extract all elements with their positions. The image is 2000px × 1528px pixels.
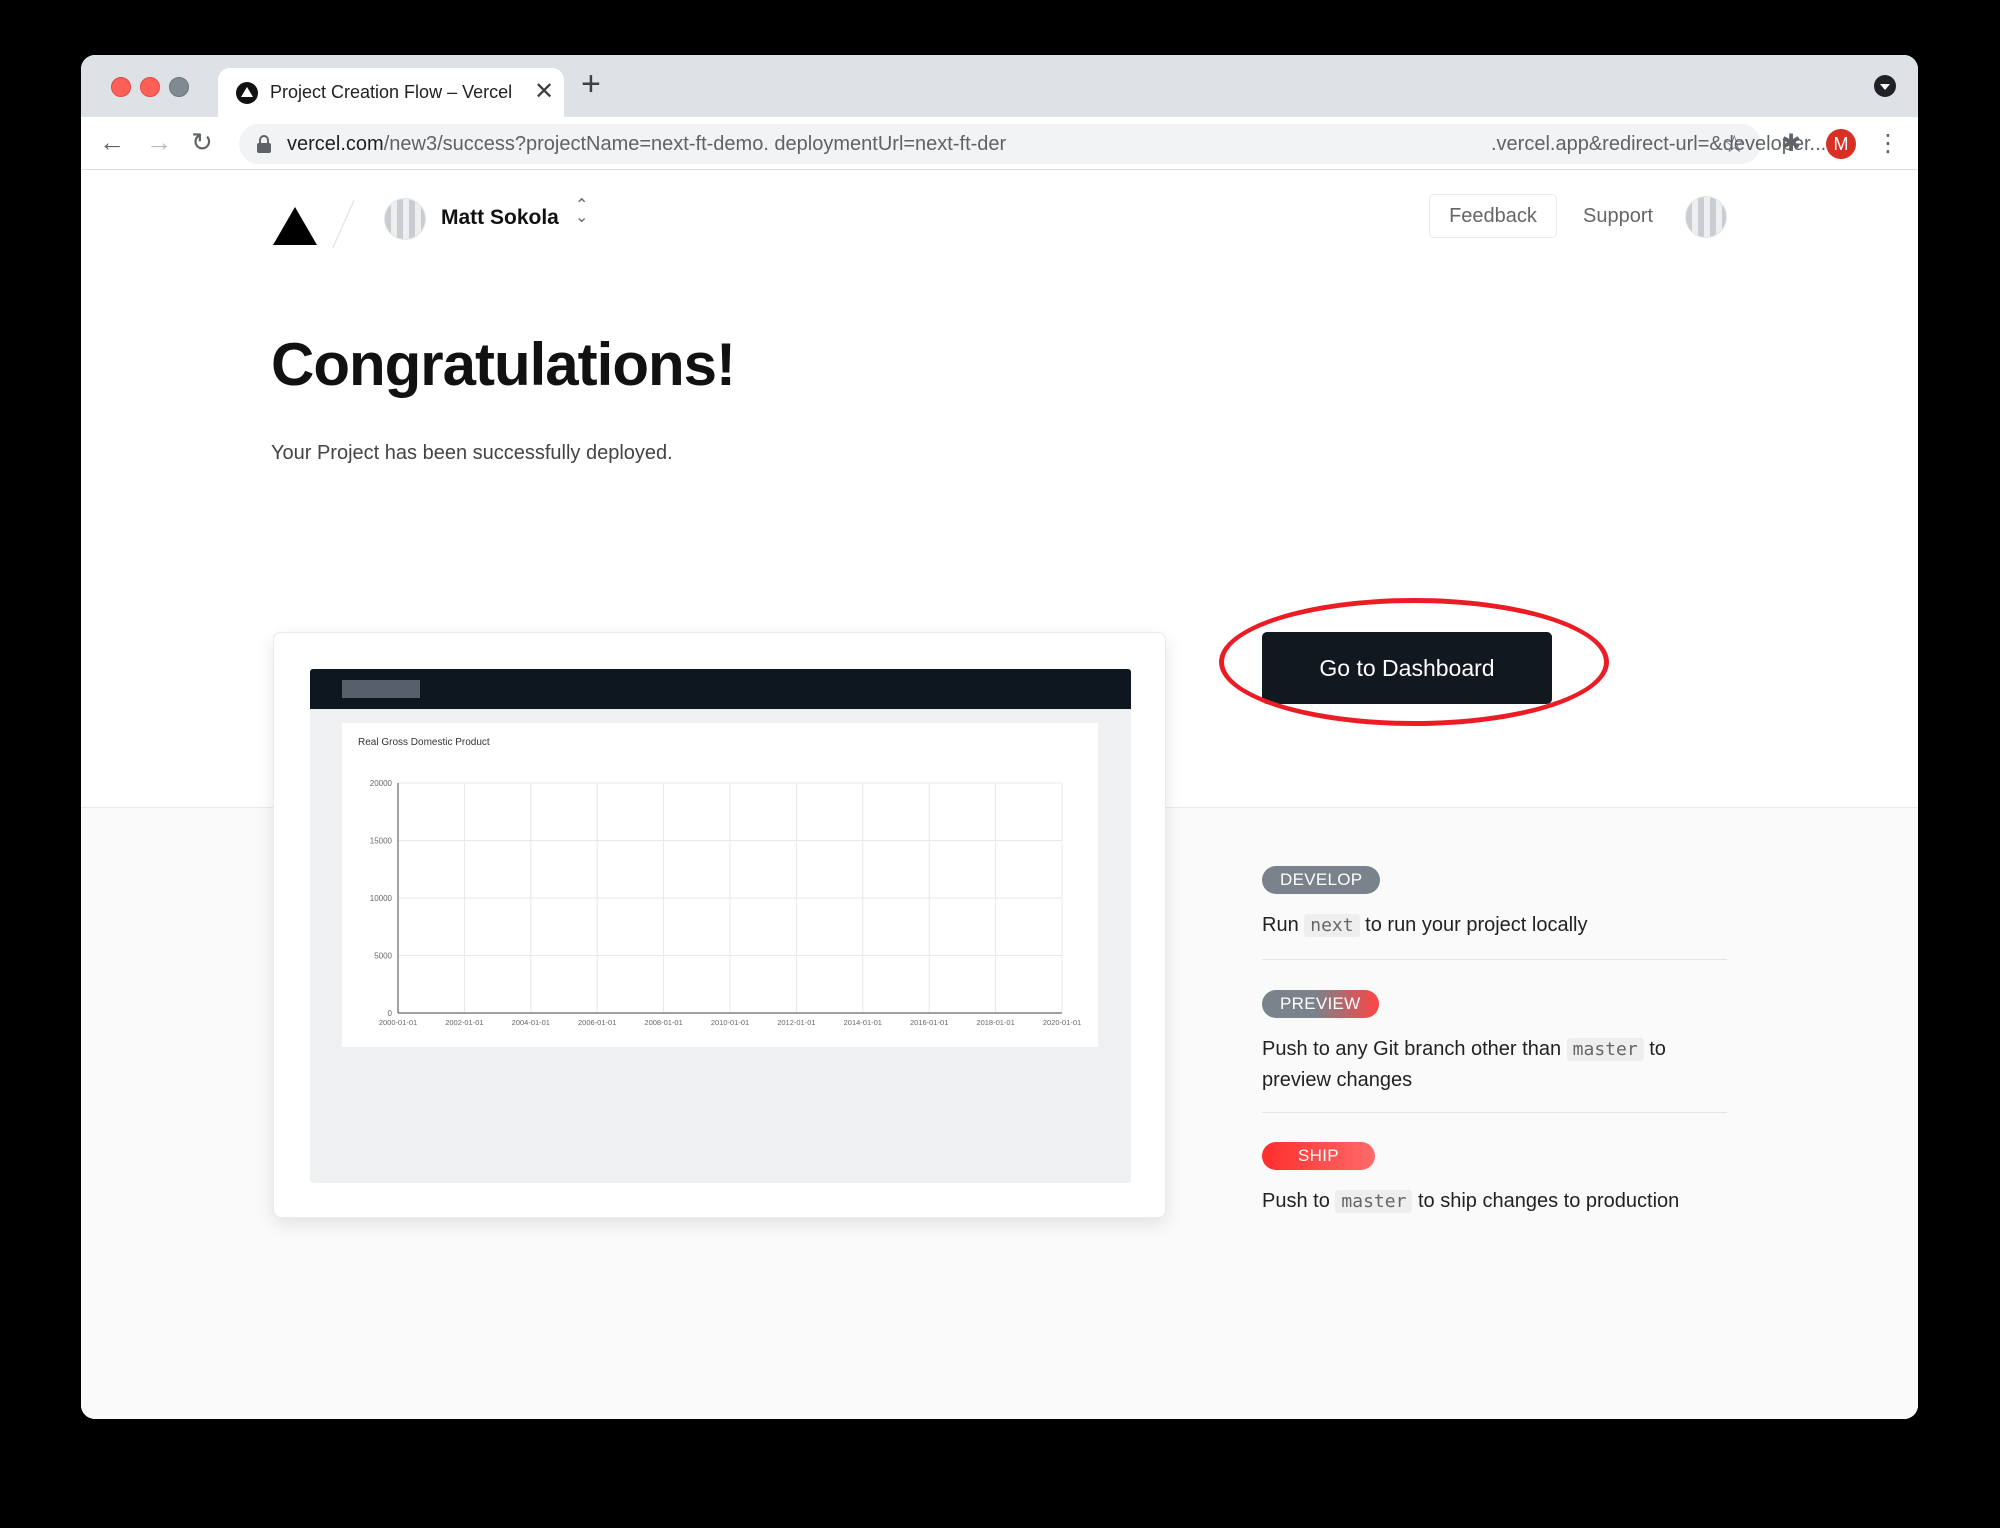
user-avatar[interactable] — [1685, 196, 1727, 238]
preview-app-logo — [342, 680, 420, 698]
breadcrumb-divider — [332, 200, 355, 248]
back-arrow-icon[interactable]: ← — [99, 127, 125, 157]
chart-x-tick-label: 2014-01-01 — [844, 1018, 882, 1027]
preview-text: Push to any Git branch other than master… — [1262, 1038, 1666, 1091]
step-divider — [1262, 959, 1727, 960]
team-name[interactable]: Matt Sokola — [441, 206, 559, 230]
minimize-window-button[interactable] — [140, 77, 160, 97]
page-subtitle: Your Project has been successfully deplo… — [271, 442, 673, 464]
chart-y-tick-label: 0 — [388, 1009, 393, 1018]
vercel-logo-icon[interactable] — [273, 207, 317, 245]
page-content: Matt Sokola ⌃ ⌄ Feedback Support Congratu… — [81, 170, 1918, 1419]
lock-icon[interactable] — [257, 135, 271, 153]
chart-y-tick-label: 5000 — [374, 952, 392, 961]
preview-app-header — [310, 669, 1131, 709]
address-bar[interactable]: vercel.com/new3/success?projectName=next… — [239, 124, 1826, 164]
deployment-preview-card[interactable]: Real Gross Domestic Product 0 5000 10000 150… — [273, 632, 1166, 1218]
preview-badge: PREVIEW — [1262, 990, 1379, 1018]
browser-tab[interactable]: Project Creation Flow – Vercel ✕ — [218, 68, 564, 117]
chart-y-tick-label: 15000 — [370, 837, 393, 846]
chart-x-tick-label: 2000-01-01 — [379, 1018, 417, 1027]
chart-x-tick-label: 2010-01-01 — [711, 1018, 749, 1027]
chart-x-tick-label: 2016-01-01 — [910, 1018, 948, 1027]
close-window-button[interactable] — [111, 77, 131, 97]
chart-y-tick-label: 10000 — [370, 894, 393, 903]
chart-x-tick-label: 2020-01-01 — [1043, 1018, 1081, 1027]
chart-x-tick-label: 2008-01-01 — [644, 1018, 682, 1027]
close-tab-icon[interactable]: ✕ — [534, 77, 554, 106]
step-preview: PREVIEW Push to any Git branch other tha… — [1262, 990, 1727, 1095]
zoom-window-button[interactable] — [169, 77, 189, 97]
step-develop: DEVELOP Run next to run your project loc… — [1262, 866, 1727, 941]
feedback-button[interactable]: Feedback — [1429, 194, 1557, 238]
code-snippet: next — [1304, 914, 1360, 937]
extensions-puzzle-icon[interactable]: ✱ — [1781, 129, 1801, 158]
browser-window: Project Creation Flow – Vercel ✕ + ← → ↻… — [81, 55, 1918, 1419]
gdp-chart: Real Gross Domestic Product 0 5000 10000 150… — [358, 737, 1081, 1027]
vercel-favicon-icon — [236, 82, 258, 104]
chart-x-tick-label: 2018-01-01 — [976, 1018, 1014, 1027]
step-divider — [1262, 1112, 1727, 1113]
ship-badge: SHIP — [1262, 1142, 1375, 1170]
deployment-screenshot: Real Gross Domestic Product 0 5000 10000 150… — [310, 669, 1131, 1183]
highlight-annotation-ring — [1219, 598, 1609, 726]
chart-y-tick-label: 20000 — [370, 779, 393, 788]
forward-arrow-icon[interactable]: → — [146, 127, 172, 157]
profile-avatar[interactable]: M — [1826, 129, 1856, 159]
chart-x-tick-label: 2002-01-01 — [445, 1018, 483, 1027]
page-title: Congratulations! — [271, 331, 736, 398]
develop-text: Run next to run your project locally — [1262, 914, 1588, 937]
browser-toolbar: ← → ↻ vercel.com/new3/success?projectNam… — [81, 117, 1918, 170]
chart-x-tick-label: 2006-01-01 — [578, 1018, 616, 1027]
reload-icon[interactable]: ↻ — [191, 127, 213, 157]
preview-chart-panel: Real Gross Domestic Product 0 5000 10000 150… — [342, 723, 1098, 1047]
team-switcher-chevron-icon[interactable]: ⌃ ⌄ — [575, 198, 588, 226]
bookmark-star-icon[interactable]: ☆ — [1723, 130, 1745, 159]
ship-text: Push to master to ship changes to produc… — [1262, 1190, 1680, 1213]
develop-badge: DEVELOP — [1262, 866, 1381, 894]
code-snippet: master — [1566, 1038, 1644, 1061]
tab-search-icon[interactable] — [1874, 75, 1896, 97]
tab-title: Project Creation Flow – Vercel — [270, 82, 513, 102]
url-text: vercel.com/new3/success?projectName=next… — [287, 133, 1007, 155]
tab-strip: Project Creation Flow – Vercel ✕ + — [81, 55, 1918, 117]
code-snippet: master — [1335, 1190, 1413, 1213]
url-tail-text: .vercel.app&redirect-url=&developer... — [1491, 133, 1827, 155]
team-avatar[interactable] — [384, 198, 426, 240]
chart-x-tick-label: 2004-01-01 — [512, 1018, 550, 1027]
kebab-menu-icon[interactable]: ⋮ — [1876, 129, 1900, 158]
chart-x-tick-label: 2012-01-01 — [777, 1018, 815, 1027]
support-link[interactable]: Support — [1583, 205, 1653, 228]
step-ship: SHIP Push to master to ship changes to p… — [1262, 1142, 1727, 1217]
new-tab-button[interactable]: + — [581, 67, 601, 101]
chart-title: Real Gross Domestic Product — [358, 737, 490, 748]
